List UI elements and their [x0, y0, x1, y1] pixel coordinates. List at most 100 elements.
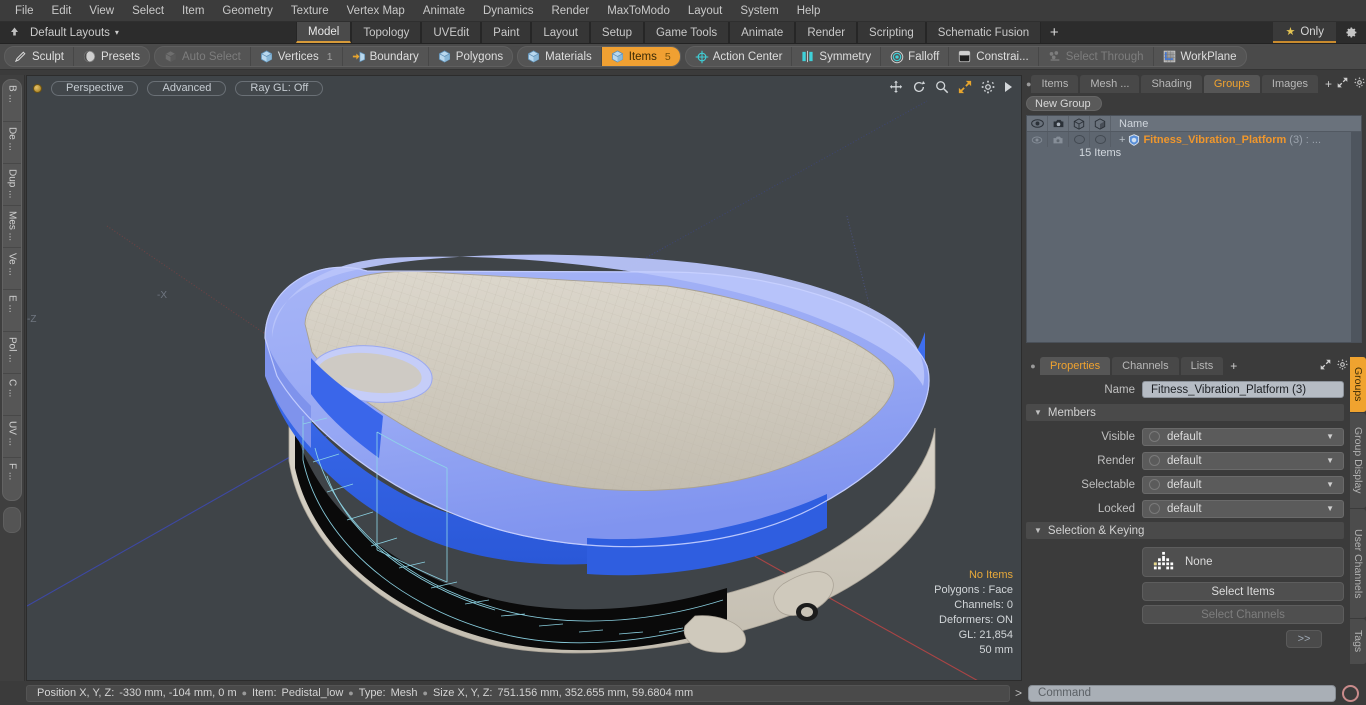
menu-item-geometry[interactable]: Geometry	[213, 3, 282, 19]
collapse-triangle-icon-2[interactable]: ▼	[1034, 526, 1042, 535]
right-tab-tags[interactable]: Tags	[1350, 619, 1366, 665]
menu-item-render[interactable]: Render	[542, 3, 598, 19]
layout-selector[interactable]: Default Layouts ▾	[0, 22, 296, 43]
layout-tab-schematic-fusion[interactable]: Schematic Fusion	[925, 22, 1042, 43]
command-input[interactable]: Command	[1028, 684, 1336, 702]
chevron-down-icon[interactable]: ▼	[1326, 432, 1337, 441]
menu-item-dynamics[interactable]: Dynamics	[474, 3, 542, 19]
forward-button[interactable]: >>	[1286, 630, 1322, 648]
layout-tab-uvedit[interactable]: UVEdit	[421, 22, 482, 43]
tool-materials[interactable]: Materials	[518, 47, 602, 66]
menu-item-edit[interactable]: Edit	[43, 3, 81, 19]
menu-item-file[interactable]: File	[6, 3, 43, 19]
group-list[interactable]: Name + Fitness_Vibration_Platform (3): …	[1026, 115, 1362, 343]
left-tool-tab-uv[interactable]: UV ...	[3, 416, 21, 458]
row-shade-toggle[interactable]	[1090, 132, 1111, 147]
tool-items[interactable]: Items 5	[601, 47, 680, 66]
menu-item-select[interactable]: Select	[123, 3, 173, 19]
locked-dropdown[interactable]: default ▼	[1142, 499, 1344, 518]
render-icon[interactable]	[1048, 116, 1069, 131]
viewport-shading-button[interactable]: Advanced	[147, 80, 227, 96]
viewport-gear-icon[interactable]	[981, 80, 995, 96]
select-items-button[interactable]: Select Items	[1142, 582, 1344, 601]
layout-tab-paint[interactable]: Paint	[481, 22, 532, 43]
toggle-circle-icon[interactable]	[1149, 479, 1160, 490]
menu-item-animate[interactable]: Animate	[414, 3, 474, 19]
left-tool-tab-e[interactable]: E ...	[3, 290, 21, 332]
selectable-dropdown[interactable]: default ▼	[1142, 475, 1344, 494]
layout-tab-topology[interactable]: Topology	[351, 22, 422, 43]
left-tool-tab-c[interactable]: C ...	[3, 374, 21, 416]
layout-tab-model[interactable]: Model	[296, 22, 352, 43]
layout-up-arrow-icon[interactable]	[6, 26, 22, 40]
right-tab-groups[interactable]: Groups	[1350, 357, 1366, 413]
menu-item-maxtomodo[interactable]: MaxToModo	[598, 3, 679, 19]
row-render-toggle[interactable]	[1048, 132, 1069, 147]
row-expander-icon[interactable]: +	[1119, 134, 1125, 146]
layout-tab-scripting[interactable]: Scripting	[857, 22, 926, 43]
tool-presets[interactable]: Presets	[74, 47, 149, 66]
properties-menu-dot-icon[interactable]: ●	[1026, 357, 1040, 375]
selection-keying-section-header[interactable]: ▼ Selection & Keying	[1026, 522, 1344, 539]
chevron-down-icon[interactable]: ▾	[110, 28, 119, 37]
tool-symmetry[interactable]: Symmetry	[792, 47, 882, 66]
tool-vertices[interactable]: Vertices 1	[251, 47, 343, 66]
row-wire-toggle[interactable]	[1069, 132, 1090, 147]
tool-falloff[interactable]: Falloff	[881, 47, 950, 66]
menu-item-view[interactable]: View	[80, 3, 123, 19]
menu-item-item[interactable]: Item	[173, 3, 213, 19]
panel-tab-shading[interactable]: Shading	[1141, 75, 1202, 93]
3d-viewport[interactable]: -Z -X Perspective Advanced Ray GL: Off N…	[26, 75, 1022, 681]
left-tool-tab-f[interactable]: F ...	[3, 458, 21, 500]
layout-tab-animate[interactable]: Animate	[729, 22, 796, 43]
add-panel-tab-button[interactable]: +	[1320, 75, 1337, 93]
menu-item-texture[interactable]: Texture	[282, 3, 338, 19]
collapse-triangle-icon[interactable]: ▼	[1034, 408, 1042, 417]
render-dropdown[interactable]: default ▼	[1142, 451, 1344, 470]
new-group-button[interactable]: New Group	[1026, 96, 1102, 111]
properties-tab-channels[interactable]: Channels	[1112, 357, 1179, 375]
members-section-header[interactable]: ▼ Members	[1026, 404, 1344, 421]
name-field[interactable]: Fitness_Vibration_Platform (3)	[1142, 381, 1344, 398]
right-tab-user-channels[interactable]: User Channels	[1350, 509, 1366, 619]
properties-expand-icon[interactable]	[1320, 359, 1331, 373]
chevron-down-icon[interactable]: ▼	[1326, 504, 1337, 513]
left-toolbox-extra-panel[interactable]	[3, 507, 21, 533]
tool-workplane[interactable]: WorkPlane	[1154, 47, 1246, 66]
fit-icon[interactable]	[958, 80, 972, 96]
tool-polygons[interactable]: Polygons	[429, 47, 512, 66]
layout-gear-icon[interactable]	[1336, 22, 1366, 43]
tool-action-center[interactable]: Action Center	[686, 47, 793, 66]
menu-item-layout[interactable]: Layout	[679, 3, 732, 19]
layout-tab-layout[interactable]: Layout	[531, 22, 590, 43]
right-tab-group-display[interactable]: Group Display	[1350, 413, 1366, 509]
play-icon[interactable]	[1004, 81, 1013, 95]
panel-expand-icon[interactable]	[1337, 77, 1348, 91]
left-tool-tab-pol[interactable]: Pol ...	[3, 332, 21, 374]
panel-tab-items[interactable]: Items	[1031, 75, 1079, 93]
tool-constrai-[interactable]: Constrai...	[949, 47, 1039, 66]
cube-shaded-icon[interactable]	[1090, 116, 1111, 131]
properties-tab-properties[interactable]: Properties	[1040, 357, 1111, 375]
panel-tab-groups[interactable]: Groups	[1203, 75, 1260, 93]
viewport-raygl-button[interactable]: Ray GL: Off	[235, 80, 324, 96]
rotate-icon[interactable]	[912, 80, 926, 96]
menu-item-help[interactable]: Help	[788, 3, 830, 19]
command-record-icon[interactable]	[1342, 684, 1359, 702]
cube-outline-icon[interactable]	[1069, 116, 1090, 131]
group-list-row[interactable]: + Fitness_Vibration_Platform (3) : ...	[1027, 132, 1361, 147]
left-tool-tab-dup[interactable]: Dup ...	[3, 164, 21, 206]
panel-tab-images[interactable]: Images	[1261, 75, 1318, 93]
layout-tab-render[interactable]: Render	[795, 22, 858, 43]
chevron-down-icon[interactable]: ▼	[1326, 456, 1337, 465]
chevron-down-icon[interactable]: ▼	[1326, 480, 1337, 489]
group-list-scrollbar[interactable]	[1351, 132, 1361, 342]
tool-sculpt[interactable]: Sculpt	[5, 47, 74, 66]
zoom-icon[interactable]	[935, 80, 949, 96]
left-tool-tab-mes[interactable]: Mes ...	[3, 206, 21, 248]
menu-item-system[interactable]: System	[731, 3, 787, 19]
selection-set-dropdown[interactable]: None	[1142, 547, 1344, 577]
toggle-circle-icon[interactable]	[1149, 455, 1160, 466]
add-layout-tab-button[interactable]: +	[1041, 22, 1067, 43]
add-properties-tab-button[interactable]: +	[1225, 357, 1242, 375]
